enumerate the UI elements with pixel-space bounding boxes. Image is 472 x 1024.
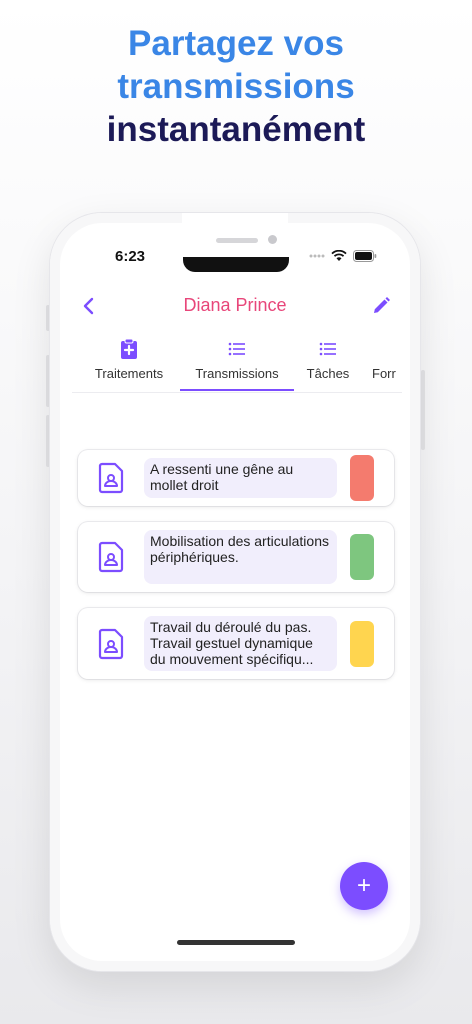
tab-bar: Traitements Transmissions Tâches Forr xyxy=(72,337,402,392)
headline-line-2: transmissions xyxy=(117,67,355,106)
transmission-card[interactable]: A ressenti une gêne au mollet droit xyxy=(78,450,394,506)
pencil-icon xyxy=(374,297,390,313)
status-color-flag xyxy=(350,534,374,580)
status-icons xyxy=(309,250,377,262)
patient-file-icon xyxy=(98,541,124,573)
transmission-text: A ressenti une gêne au mollet droit xyxy=(144,458,337,498)
patient-name-title: Diana Prince xyxy=(183,295,287,315)
selected-tab-indicator xyxy=(180,389,294,391)
tab-taches-label: Tâches xyxy=(306,366,350,381)
headline-line-1: Partagez vos xyxy=(128,24,344,63)
status-time: 6:23 xyxy=(115,248,146,265)
tab-transmissions[interactable]: Transmissions xyxy=(180,337,294,392)
signal-icon xyxy=(309,254,325,258)
tab-traitements[interactable]: Traitements xyxy=(72,337,186,392)
tab-transmissions-label: Transmissions xyxy=(195,366,279,381)
power-button xyxy=(421,370,425,450)
transmission-card[interactable]: Travail du déroulé du pas. Travail gestu… xyxy=(78,608,394,679)
headline-line-3: instantanément xyxy=(106,110,366,149)
speaker-grille xyxy=(216,238,258,243)
tab-traitements-label: Traitements xyxy=(94,366,164,381)
wifi-icon xyxy=(331,250,347,261)
add-transmission-button[interactable]: + xyxy=(340,862,388,910)
status-color-flag xyxy=(350,455,374,501)
edit-button[interactable] xyxy=(370,295,392,317)
phone-frame: 6:23 Diana Prince Traitements Transmissi… xyxy=(50,213,420,971)
transmission-text: Mobilisation des articulations périphéri… xyxy=(144,530,337,584)
tabs-divider xyxy=(72,392,402,393)
home-indicator[interactable] xyxy=(177,940,295,945)
notch-cutout xyxy=(183,257,289,272)
front-camera xyxy=(268,235,277,244)
list-icon xyxy=(228,342,245,356)
plus-icon: + xyxy=(356,872,371,899)
battery-icon xyxy=(353,250,377,262)
status-color-flag xyxy=(350,620,374,667)
patient-file-icon xyxy=(98,462,124,494)
transmission-text: Travail du déroulé du pas. Travail gestu… xyxy=(144,616,337,671)
transmission-card[interactable]: Mobilisation des articulations périphéri… xyxy=(78,522,394,592)
tab-formations[interactable]: Forr xyxy=(372,337,402,392)
tab-taches[interactable]: Tâches xyxy=(290,337,366,392)
tab-formations-label: Forr xyxy=(372,366,396,381)
clipboard-plus-icon xyxy=(121,338,137,359)
list-icon xyxy=(319,342,336,356)
patient-file-icon xyxy=(98,628,124,659)
marketing-headline: Partagez vos transmissions instantanémen… xyxy=(0,22,472,151)
